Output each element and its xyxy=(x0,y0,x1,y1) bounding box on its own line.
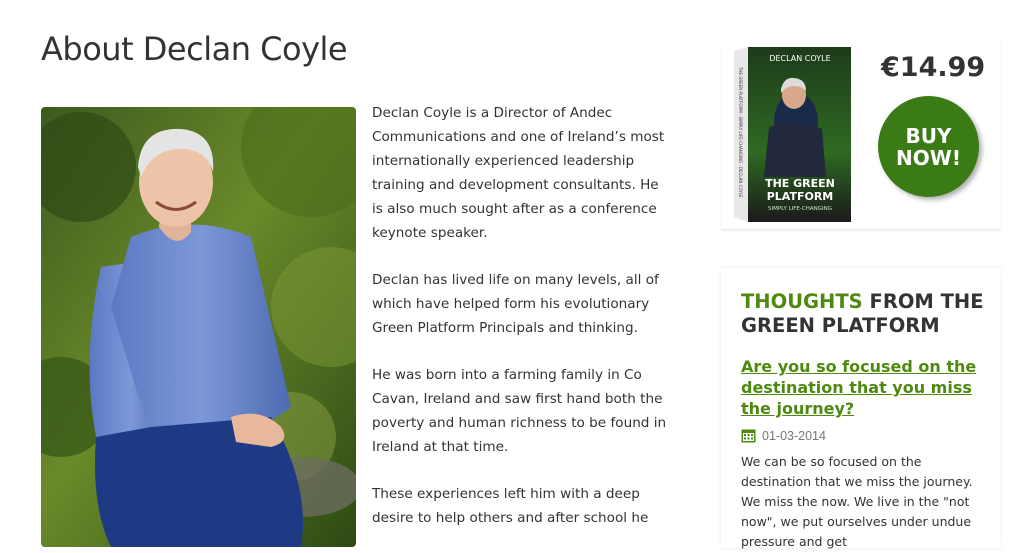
buy-now-line1: BUY xyxy=(905,123,952,148)
book-subtitle: SIMPLY LIFE-CHANGING xyxy=(768,206,832,212)
book-title-line2: PLATFORM xyxy=(767,190,834,203)
book-promo-card: DECLAN COYLE THE GREEN PLATFORM SIMPLY L… xyxy=(721,40,1000,230)
book-price: €14.99 xyxy=(881,52,986,83)
bio-paragraph: Declan Coyle is a Director of Andec Comm… xyxy=(372,105,665,241)
calendar-icon xyxy=(741,428,756,443)
post-title-link[interactable]: Are you so focused on the destination th… xyxy=(741,356,981,419)
bio-paragraph: Declan has lived life on many levels, al… xyxy=(372,272,659,336)
post-excerpt: We can be so focused on the destination … xyxy=(741,454,973,549)
bio-paragraph: These experiences left him with a deep d… xyxy=(372,486,649,526)
bio-paragraph: He was born into a farming family in Co … xyxy=(372,367,667,455)
post-date-text: 01-03-2014 xyxy=(762,428,826,443)
book-cover[interactable]: DECLAN COYLE THE GREEN PLATFORM SIMPLY L… xyxy=(734,47,851,222)
buy-now-button[interactable]: BUY NOW! xyxy=(878,96,979,197)
thoughts-widget: THOUGHTS FROM THE GREEN PLATFORM Are you… xyxy=(721,268,1000,549)
post-date: 01-03-2014 xyxy=(741,428,826,443)
book-title-line1: THE GREEN xyxy=(765,177,835,190)
bio-text: Declan Coyle is a Director of Andec Comm… xyxy=(372,101,667,553)
page-title: About Declan Coyle xyxy=(41,30,348,68)
thoughts-heading-accent: THOUGHTS xyxy=(741,290,863,313)
buy-now-line2: NOW! xyxy=(896,145,961,170)
book-spine-text: THE GREEN PLATFORM · SIMPLY LIFE-CHANGIN… xyxy=(738,66,743,198)
book-author: DECLAN COYLE xyxy=(769,54,830,63)
thoughts-heading: THOUGHTS FROM THE GREEN PLATFORM xyxy=(741,290,991,338)
declan-coyle-portrait xyxy=(41,107,356,547)
